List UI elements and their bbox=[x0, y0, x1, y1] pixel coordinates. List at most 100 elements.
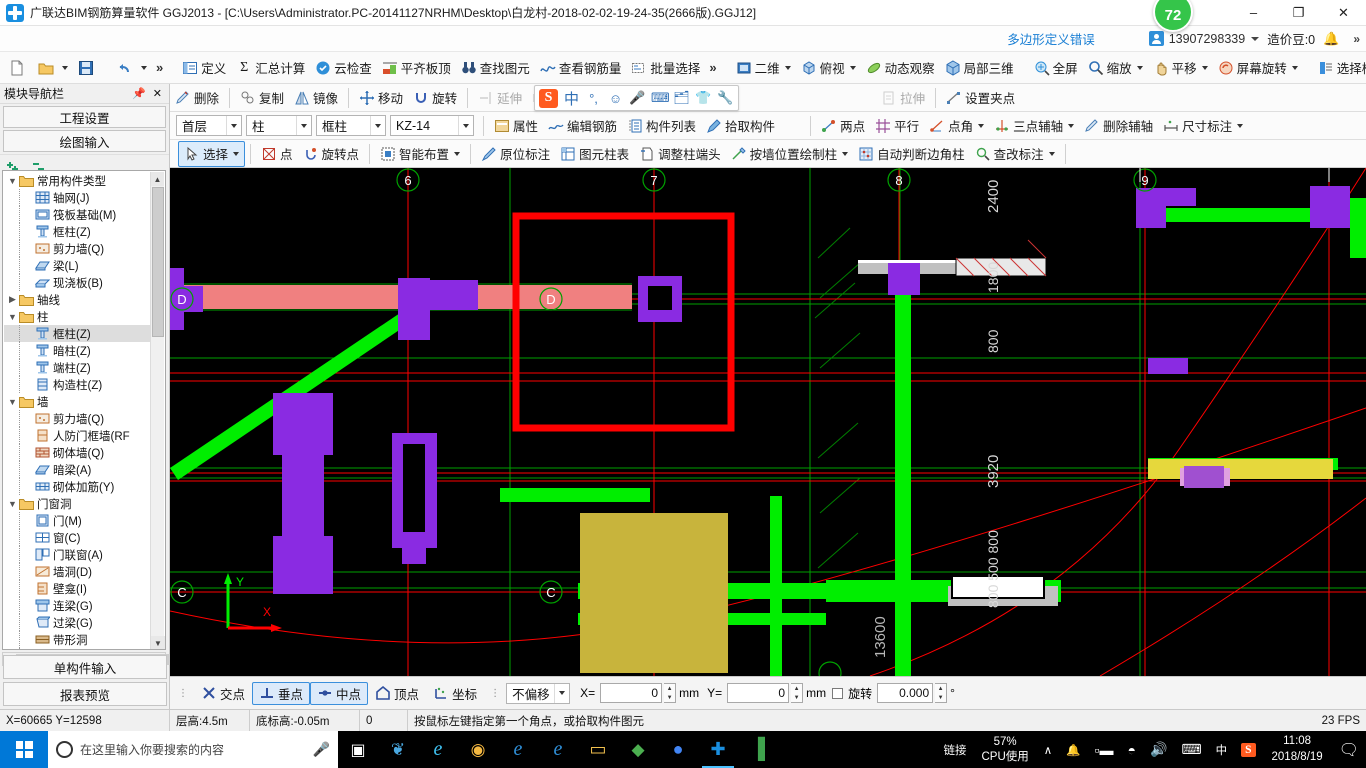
tool-inplace-note-button[interactable]: 原位标注 bbox=[476, 141, 555, 167]
taskbar-edge[interactable]: e bbox=[498, 731, 538, 768]
chevron-down-icon[interactable] bbox=[849, 65, 856, 70]
toolbar-orbit-button[interactable]: 动态观察 bbox=[861, 55, 940, 81]
tree-item[interactable]: 壁龛(I) bbox=[4, 580, 152, 597]
tool-select-button[interactable]: 选择 bbox=[178, 140, 246, 167]
ime-chinese-mode-icon[interactable]: 中 bbox=[563, 88, 580, 109]
tree-item[interactable]: ▼ 常用构件类型 bbox=[4, 172, 152, 189]
tree-item[interactable]: 构造柱(Z) bbox=[4, 376, 152, 393]
taskbar-folder[interactable]: ▭ bbox=[578, 731, 618, 768]
member-select[interactable]: KZ-14 bbox=[390, 115, 474, 136]
toolbar-align-slab-button[interactable]: 平齐板顶 bbox=[377, 55, 456, 81]
taskbar-green-app[interactable]: ▐ bbox=[738, 731, 778, 768]
tree-item[interactable]: 筏板基础(M) bbox=[4, 206, 152, 223]
close-button[interactable]: ✕ bbox=[1321, 0, 1366, 26]
battery-icon[interactable]: ▫▬ bbox=[1088, 731, 1121, 768]
stepper-down-icon[interactable]: ▼ bbox=[664, 693, 675, 702]
type-select[interactable]: 框柱 bbox=[316, 115, 386, 136]
ime-keyboard-icon[interactable]: ⌨ bbox=[651, 90, 670, 106]
chevron-down-icon[interactable] bbox=[1136, 65, 1143, 70]
chevron-down-icon[interactable] bbox=[141, 65, 147, 70]
volume-icon[interactable]: 🔊 bbox=[1143, 731, 1174, 768]
tool-smart-layout-button[interactable]: 智能布置 bbox=[375, 141, 465, 167]
link-label[interactable]: 链接 bbox=[936, 731, 973, 768]
toolbar-select-floor-button[interactable]: 选择楼层 bbox=[1313, 55, 1366, 81]
toolbar-pan-button[interactable]: 平移 bbox=[1148, 55, 1213, 81]
open-folder-button[interactable] bbox=[33, 55, 73, 81]
cpu-usage-indicator[interactable]: 57% CPU使用 bbox=[973, 735, 1036, 765]
tree-item[interactable]: 带形窗 bbox=[4, 648, 152, 649]
tree-item[interactable]: 带形洞 bbox=[4, 631, 152, 648]
tree-item[interactable]: 梁(L) bbox=[4, 257, 152, 274]
rotate-stepper[interactable]: ▲ ▼ bbox=[935, 683, 948, 703]
stepper-up-icon[interactable]: ▲ bbox=[791, 684, 802, 693]
chevron-down-icon[interactable] bbox=[1291, 65, 1298, 70]
tool-adjust-column-end-button[interactable]: 调整柱端头 bbox=[634, 141, 726, 167]
undo-button[interactable] bbox=[112, 55, 152, 81]
ime-settings-icon[interactable]: 🔧 bbox=[717, 90, 734, 106]
axis-point-angle-button[interactable]: 点角 bbox=[924, 113, 989, 139]
tab-project-settings[interactable]: 工程设置 bbox=[3, 106, 166, 128]
toolbar-define-button[interactable]: 定义 bbox=[177, 55, 231, 81]
tree-item[interactable]: 门(M) bbox=[4, 512, 152, 529]
toolbar-batch-select-button[interactable]: 批量选择 bbox=[626, 55, 705, 81]
toolbar-zoom-button[interactable]: 缩放 bbox=[1083, 55, 1148, 81]
dimension-button[interactable]: 尺寸标注 bbox=[1158, 113, 1248, 139]
tree-item[interactable]: 人防门框墙(RF bbox=[4, 427, 152, 444]
ime-chinese-icon[interactable]: 中 bbox=[1209, 731, 1235, 768]
taskbar-ggj-app[interactable]: ✚ bbox=[698, 731, 738, 768]
tree-item[interactable]: ▶ 轴线 bbox=[4, 291, 152, 308]
sogou-icon[interactable]: S bbox=[1234, 731, 1262, 768]
chevron-down-icon[interactable] bbox=[370, 116, 385, 135]
taskbar-search[interactable]: 在这里输入你要搜索的内容 🎤 bbox=[48, 731, 338, 768]
chevron-down-icon[interactable] bbox=[226, 116, 241, 135]
chevron-down-icon[interactable] bbox=[1237, 123, 1244, 128]
tree-vertical-scrollbar[interactable]: ▲ ▼ bbox=[150, 172, 165, 649]
snap-vertex-button[interactable]: 顶点 bbox=[368, 682, 426, 705]
bell-icon[interactable]: 🔔 bbox=[1323, 31, 1339, 47]
start-button[interactable] bbox=[0, 731, 48, 768]
chevron-down-icon[interactable] bbox=[458, 116, 473, 135]
toolbar-2d-button[interactable]: 二维 bbox=[731, 55, 796, 81]
edit-stretch-button[interactable]: 拉伸 bbox=[876, 85, 930, 111]
taskbar-ie[interactable]: e bbox=[538, 731, 578, 768]
keyboard-icon[interactable]: ⌨ bbox=[1174, 731, 1208, 768]
taskbar-green-browser[interactable]: ◆ bbox=[618, 731, 658, 768]
microphone-icon[interactable]: 🎤 bbox=[313, 741, 330, 758]
chevron-down-icon[interactable]: ▼ bbox=[6, 312, 19, 322]
tool-auto-corner-column-button[interactable]: 自动判断边角柱 bbox=[853, 141, 970, 167]
tree-item[interactable]: 墙洞(D) bbox=[4, 563, 152, 580]
report-preview-button[interactable]: 报表预览 bbox=[3, 682, 167, 706]
chevron-down-icon[interactable]: ▼ bbox=[6, 397, 19, 407]
drag-handle-icon-2[interactable]: ⋮ bbox=[490, 688, 500, 699]
tree-item[interactable]: 窗(C) bbox=[4, 529, 152, 546]
tab-drawing-input[interactable]: 绘图输入 bbox=[3, 130, 166, 152]
tree-item[interactable]: 端柱(Z) bbox=[4, 359, 152, 376]
chevron-down-icon[interactable] bbox=[233, 151, 240, 156]
tool-column-table-button[interactable]: 图元柱表 bbox=[555, 141, 634, 167]
chevron-down-icon[interactable]: ▼ bbox=[6, 176, 19, 186]
taskbar-edge-legacy[interactable]: e bbox=[418, 731, 458, 768]
toolbar-overflow-icon[interactable]: » bbox=[152, 60, 167, 75]
edit-rebar-button[interactable]: 编辑钢筋 bbox=[543, 113, 622, 139]
tool-point-button[interactable]: 点 bbox=[256, 141, 298, 167]
tool-check-note-button[interactable]: 查改标注 bbox=[970, 141, 1060, 167]
toolbar-overflow-icon-2[interactable]: » bbox=[705, 60, 720, 75]
ime-toolbox-icon[interactable]: 🗂 bbox=[673, 90, 690, 106]
edit-delete-button[interactable]: 删除 bbox=[170, 85, 224, 111]
scroll-down-arrow-icon[interactable]: ▼ bbox=[151, 636, 165, 649]
drag-handle-icon[interactable]: ⋮ bbox=[178, 688, 188, 699]
tree-item[interactable]: 剪力墙(Q) bbox=[4, 410, 152, 427]
pin-icon[interactable]: 📌 bbox=[132, 87, 146, 100]
toolbar-topview-button[interactable]: 俯视 bbox=[796, 55, 861, 81]
stepper-down-icon[interactable]: ▼ bbox=[791, 693, 802, 702]
chevron-down-icon[interactable] bbox=[1068, 123, 1075, 128]
chevron-down-icon[interactable]: ▼ bbox=[6, 499, 19, 509]
action-center-button[interactable]: 🗨 bbox=[1332, 731, 1366, 768]
chevron-down-icon[interactable] bbox=[842, 151, 849, 156]
toolbar-summary-calc-button[interactable]: Σ 汇总计算 bbox=[231, 55, 310, 81]
account-phone[interactable]: 13907298339 bbox=[1169, 32, 1245, 46]
toolbar-find-element-button[interactable]: 查找图元 bbox=[456, 55, 535, 81]
edit-extend-button[interactable]: 延伸 bbox=[473, 85, 527, 111]
ime-emoji-icon[interactable]: ☺ bbox=[607, 91, 624, 106]
snap-midpoint-button[interactable]: 中点 bbox=[310, 681, 369, 705]
